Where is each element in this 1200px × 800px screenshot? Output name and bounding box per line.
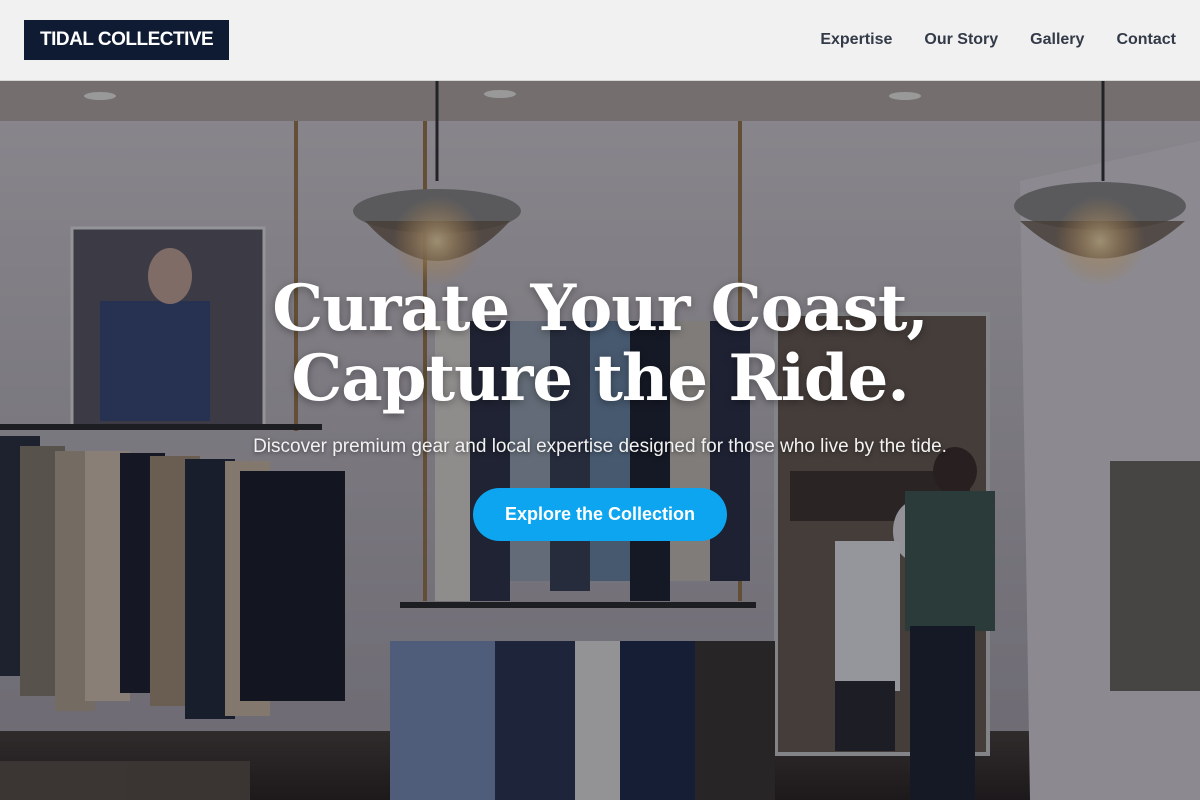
site-logo[interactable]: TIDAL COLLECTIVE bbox=[24, 20, 230, 60]
nav-link-expertise[interactable]: Expertise bbox=[820, 31, 892, 49]
main-nav: Expertise Our Story Gallery Contact bbox=[820, 31, 1176, 49]
explore-collection-button[interactable]: Explore the Collection bbox=[472, 488, 728, 541]
nav-link-contact[interactable]: Contact bbox=[1116, 31, 1176, 49]
nav-link-gallery[interactable]: Gallery bbox=[1030, 31, 1084, 49]
hero-section: Curate Your Coast, Capture the Ride. Dis… bbox=[0, 81, 1200, 800]
hero-content: Curate Your Coast, Capture the Ride. Dis… bbox=[0, 81, 1200, 800]
hero-headline-line-2: Capture the Ride. bbox=[291, 341, 909, 416]
hero-headline-line-1: Curate Your Coast, bbox=[272, 271, 929, 346]
nav-link-our-story[interactable]: Our Story bbox=[924, 31, 998, 49]
hero-headline: Curate Your Coast, Capture the Ride. bbox=[100, 274, 1100, 414]
site-header: TIDAL COLLECTIVE Expertise Our Story Gal… bbox=[0, 0, 1200, 81]
hero-subheadline: Discover premium gear and local expertis… bbox=[253, 436, 947, 457]
